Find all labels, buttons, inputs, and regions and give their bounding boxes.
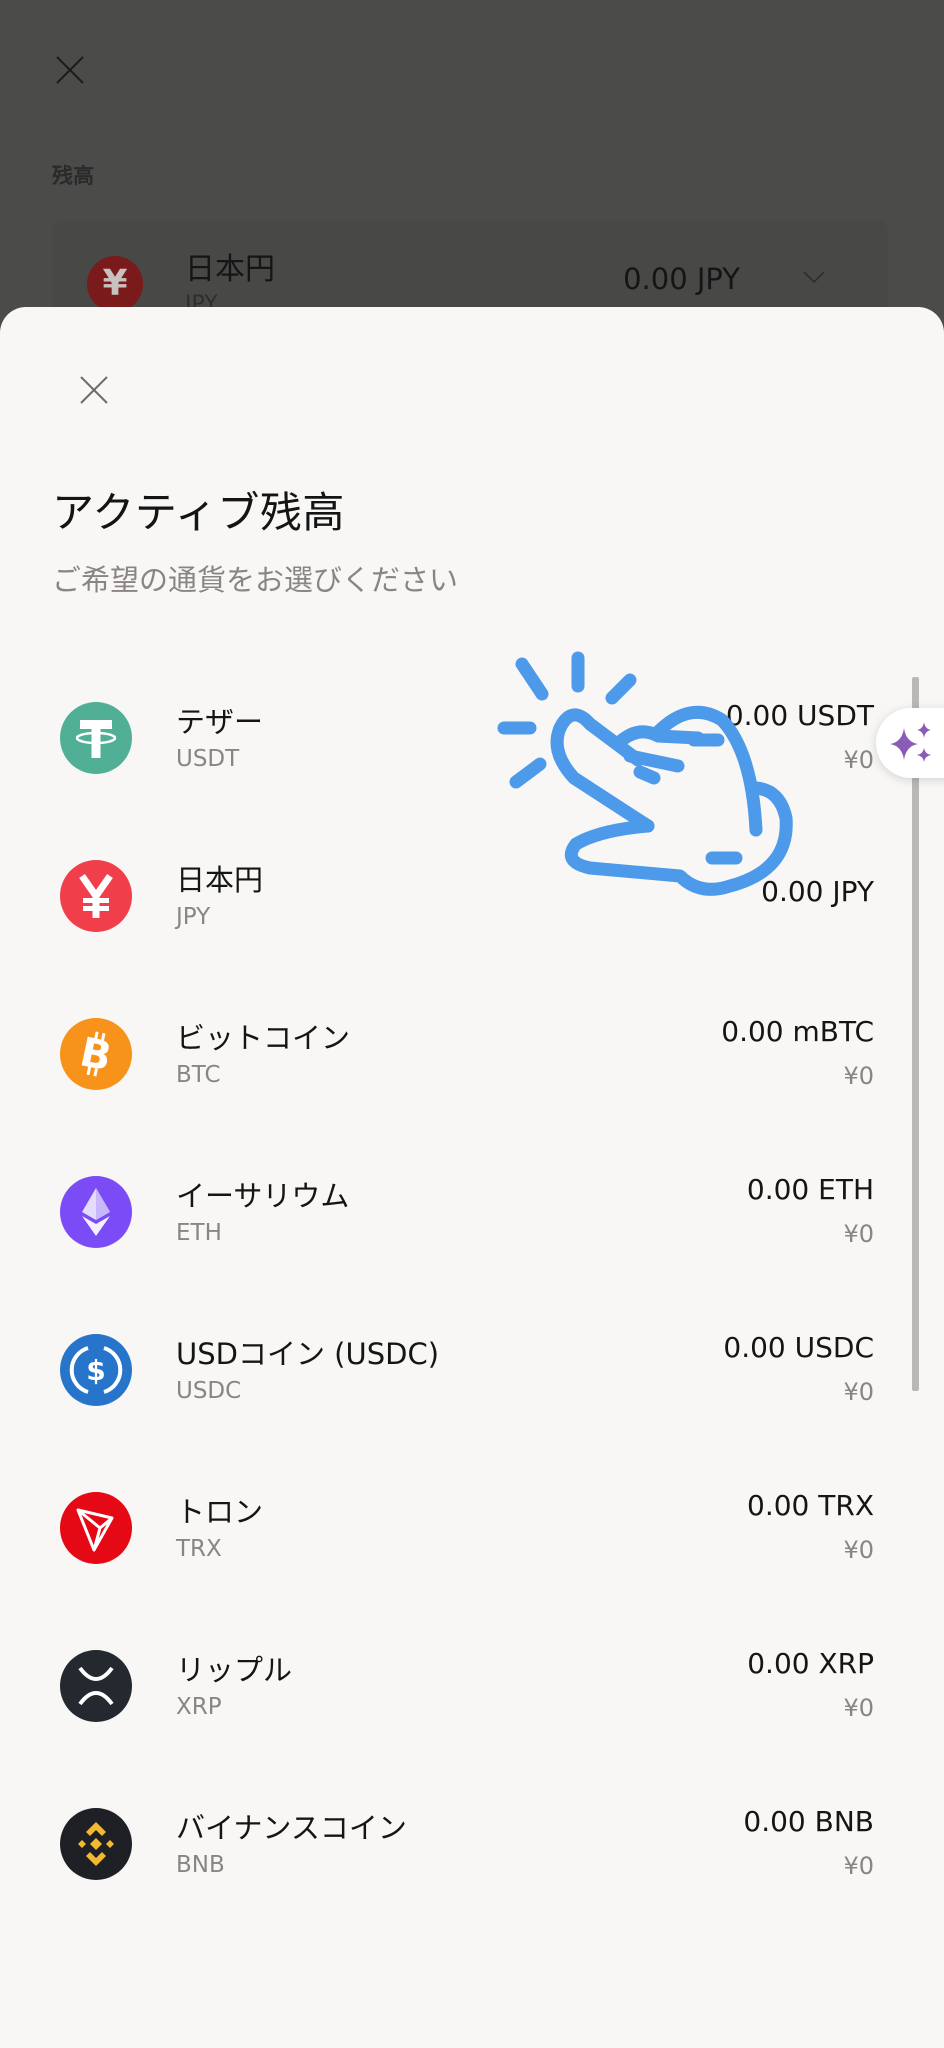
currency-row-eth[interactable]: イーサリウム ETH 0.00 ETH ¥0	[0, 1133, 900, 1291]
yen-icon: ¥	[87, 256, 143, 312]
sheet-title: アクティブ残高	[52, 488, 345, 537]
currency-amount: 0.00 TRX	[747, 1489, 874, 1522]
currency-code: USDC	[176, 1378, 242, 1404]
tether-icon	[60, 702, 132, 774]
currency-row-xrp[interactable]: リップル XRP 0.00 XRP ¥0	[0, 1607, 900, 1765]
ai-assistant-button[interactable]	[876, 708, 944, 778]
currency-name: バイナンスコイン	[176, 1811, 407, 1845]
currency-code: XRP	[176, 1694, 222, 1720]
currency-code: JPY	[176, 904, 211, 930]
list-scrollbar[interactable]	[912, 677, 919, 1391]
currency-code: USDT	[176, 746, 240, 772]
currency-list: テザー USDT 0.00 USDT ¥0 日本円 JPY 0.00 JPY B	[0, 659, 900, 1923]
currency-amount: 0.00 USDC	[723, 1331, 874, 1364]
currency-name: リップル	[176, 1653, 293, 1687]
currency-code: ETH	[176, 1220, 222, 1246]
currency-fiat-value: ¥0	[843, 1062, 874, 1090]
currency-code: BTC	[176, 1062, 221, 1088]
currency-row-usdc[interactable]: $ USDコイン (USDC) USDC 0.00 USDC ¥0	[0, 1291, 900, 1449]
xrp-icon	[60, 1650, 132, 1722]
svg-text:$: $	[86, 1354, 105, 1387]
currency-name: トロン	[176, 1495, 264, 1529]
sparkle-icon	[890, 722, 931, 762]
currency-fiat-value: ¥0	[843, 1694, 874, 1722]
ethereum-icon	[60, 1176, 132, 1248]
currency-fiat-value: ¥0	[843, 1220, 874, 1248]
currency-name: テザー	[176, 705, 264, 739]
currency-row-usdt[interactable]: テザー USDT 0.00 USDT ¥0	[0, 659, 900, 817]
currency-row-jpy[interactable]: 日本円 JPY 0.00 JPY	[0, 817, 900, 975]
currency-select-sheet: アクティブ残高 ご希望の通貨をお選びください テザー USDT 0.00 USD…	[0, 307, 944, 2048]
currency-fiat-value: ¥0	[843, 746, 874, 774]
currency-code: BNB	[176, 1852, 225, 1878]
chevron-down-icon[interactable]	[802, 270, 826, 284]
currency-amount: 0.00 JPY	[623, 262, 740, 296]
close-icon[interactable]	[54, 54, 86, 86]
currency-row-btc[interactable]: B ビットコイン BTC 0.00 mBTC ¥0	[0, 975, 900, 1133]
yen-icon	[60, 860, 132, 932]
balance-section-label: 残高	[52, 164, 94, 188]
bitcoin-icon: B	[60, 1018, 132, 1090]
currency-amount: 0.00 mBTC	[721, 1015, 874, 1048]
currency-amount: 0.00 BNB	[743, 1805, 874, 1838]
currency-fiat-value: ¥0	[843, 1536, 874, 1564]
currency-fiat-value: ¥0	[843, 1852, 874, 1880]
currency-amount: 0.00 JPY	[761, 875, 874, 908]
currency-name: ビットコイン	[176, 1021, 351, 1055]
currency-amount: 0.00 USDT	[725, 699, 874, 732]
currency-name: 日本円	[176, 863, 264, 897]
currency-fiat-value: ¥0	[843, 1378, 874, 1406]
currency-row-bnb[interactable]: バイナンスコイン BNB 0.00 BNB ¥0	[0, 1765, 900, 1923]
sheet-subtitle: ご希望の通貨をお選びください	[52, 563, 459, 597]
close-icon[interactable]	[78, 374, 110, 406]
bnb-icon	[60, 1808, 132, 1880]
currency-row-trx[interactable]: トロン TRX 0.00 TRX ¥0	[0, 1449, 900, 1607]
currency-amount: 0.00 XRP	[747, 1647, 874, 1680]
currency-name: USDコイン (USDC)	[176, 1337, 440, 1371]
currency-amount: 0.00 ETH	[746, 1173, 874, 1206]
currency-code: TRX	[176, 1536, 222, 1562]
usdc-icon: $	[60, 1334, 132, 1406]
tron-icon	[60, 1492, 132, 1564]
currency-name: イーサリウム	[176, 1179, 350, 1213]
currency-name: 日本円	[185, 252, 275, 287]
